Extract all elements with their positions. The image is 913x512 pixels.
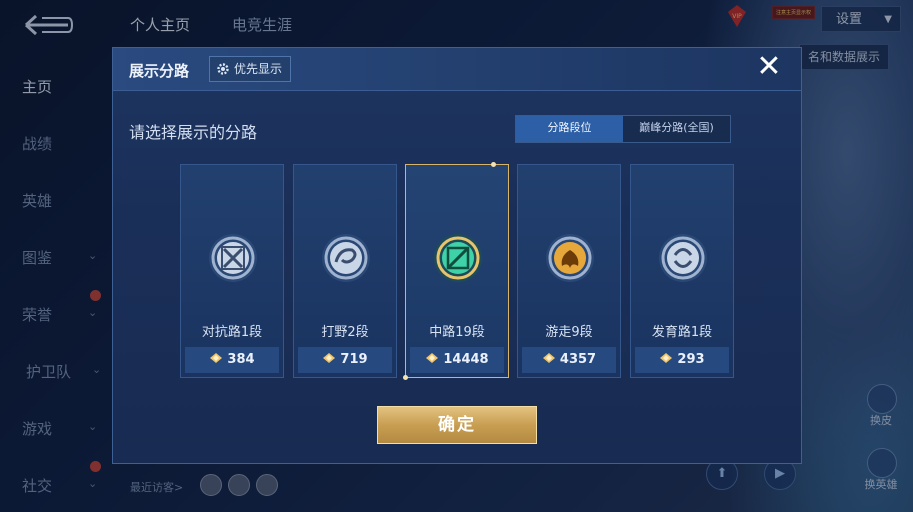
gear-icon <box>217 63 229 75</box>
lane-points: 14448 <box>406 352 508 367</box>
roam-icon <box>546 234 594 282</box>
corner-dot <box>491 162 496 167</box>
lane-card[interactable]: 游走9段 4357 <box>517 164 621 378</box>
lane-points-icon <box>210 353 223 363</box>
lane-points-icon <box>323 353 336 363</box>
segment-peak-lane[interactable]: 巅峰分路(全国) <box>623 116 730 142</box>
lane-points-value: 384 <box>227 352 255 367</box>
lane-name: 打野2段 <box>321 325 369 340</box>
lane-points-value: 293 <box>677 352 705 367</box>
farm-lane-icon <box>659 234 707 282</box>
lane-source-toggle: 分路段位 巅峰分路(全国) <box>515 115 731 143</box>
lane-points: 719 <box>294 352 396 367</box>
priority-display-label: 优先显示 <box>234 62 283 76</box>
jungle-icon <box>322 234 370 282</box>
lane-card[interactable]: 打野2段 719 <box>293 164 397 378</box>
confirm-button[interactable]: 确定 <box>377 406 537 444</box>
lane-card[interactable]: 对抗路1段 384 <box>180 164 284 378</box>
lane-points: 384 <box>181 352 283 367</box>
lane-points-icon <box>426 353 439 363</box>
lane-name: 发育路1段 <box>651 325 713 340</box>
lane-card[interactable]: 中路19段 14448 <box>403 162 509 380</box>
modal-subtitle: 请选择展示的分路 <box>129 123 258 142</box>
segment-lane-rank[interactable]: 分路段位 <box>516 116 623 142</box>
lane-points-icon <box>660 353 673 363</box>
lane-display-modal: 展示分路 优先显示 请选择展示的分路 分路段位 巅峰分路(全国) 对抗路1段 38… <box>112 47 802 464</box>
lane-points-icon <box>542 353 555 363</box>
lane-points: 4357 <box>518 352 620 367</box>
lane-points: 293 <box>631 352 733 367</box>
lane-points-value: 719 <box>340 352 368 367</box>
lane-name: 中路19段 <box>429 325 485 340</box>
lane-card[interactable]: 发育路1段 293 <box>630 164 734 378</box>
close-icon[interactable]: ✕ <box>752 50 786 84</box>
mid-lane-icon <box>434 234 482 282</box>
lane-name: 对抗路1段 <box>201 325 263 340</box>
clash-lane-icon <box>209 234 257 282</box>
lane-points-value: 14448 <box>443 352 489 367</box>
lane-points-value: 4357 <box>559 352 597 367</box>
lane-name: 游走9段 <box>545 325 593 340</box>
priority-display-button[interactable]: 优先显示 <box>209 56 292 82</box>
corner-dot <box>403 375 408 380</box>
modal-title: 展示分路 <box>129 62 190 80</box>
